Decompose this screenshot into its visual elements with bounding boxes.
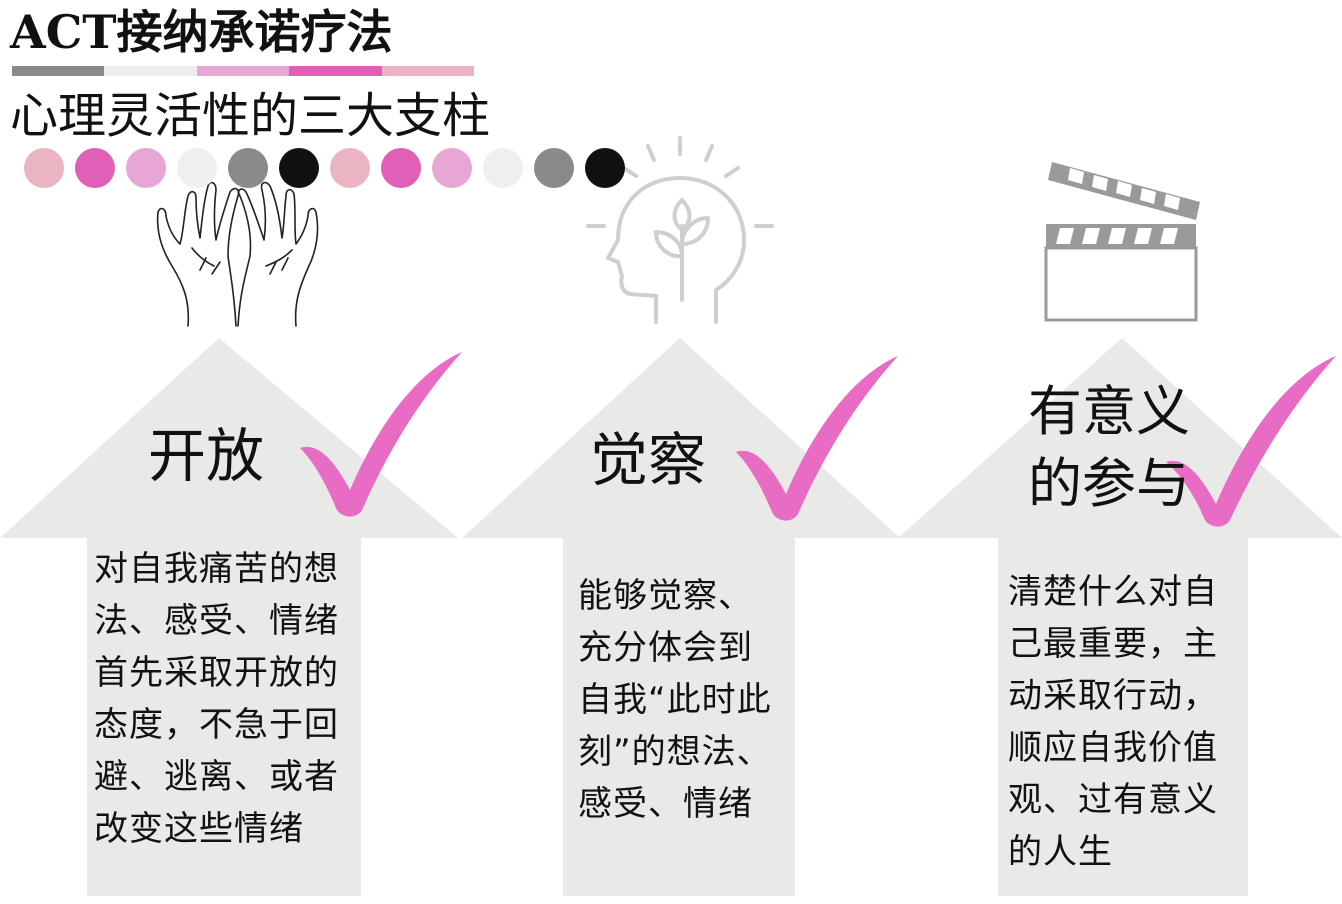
title-latin: ACT (10, 5, 117, 59)
pillar-desc-engage: 清楚什么对自 己最重要，主 动采取行动， 顺应自我价值 观、过有意义 的人生 (1008, 566, 1218, 878)
desc-line: 态度，不急于回 (94, 705, 339, 745)
pillar-title-aware: 觉察 (590, 426, 707, 494)
desc-line: 首先采取开放的 (94, 653, 339, 693)
color-dot (228, 148, 268, 188)
color-dot-row (24, 148, 625, 188)
desc-line: 避、逃离、或者 (94, 757, 339, 797)
desc-line: 改变这些情绪 (94, 809, 304, 849)
color-dot (330, 148, 370, 188)
color-dot (381, 148, 421, 188)
page-subtitle: 心理灵活性的三大支柱 (10, 88, 491, 144)
color-dot (534, 148, 574, 188)
title-cn: 接纳承诺疗法 (116, 5, 393, 59)
color-dot (126, 148, 166, 188)
pillar-title-engage: 有意义 的参与 (1028, 376, 1190, 520)
title-color-bar-segment (196, 66, 290, 76)
title-color-bar-segment (104, 66, 197, 76)
clapperboard-icon (1044, 162, 1200, 322)
color-dot (279, 148, 319, 188)
pillar-desc-open: 对自我痛苦的想 法、感受、情绪 首先采取开放的 态度，不急于回 避、逃离、或者 … (94, 543, 339, 855)
desc-line: 刻”的想法、 (578, 732, 772, 772)
desc-line: 动采取行动， (1008, 676, 1218, 716)
title-color-bar-segment (381, 66, 475, 76)
color-dot (483, 148, 523, 188)
desc-line: 法、感受、情绪 (94, 601, 339, 641)
color-dot (177, 148, 217, 188)
pillar-title-open: 开放 (148, 422, 265, 490)
title-color-bars (12, 66, 475, 76)
color-dot (585, 148, 625, 188)
title-color-bar-segment (289, 66, 382, 76)
color-dot (75, 148, 115, 188)
open-hands-icon (156, 181, 319, 327)
color-dot (24, 148, 64, 188)
pillar-title-engage-line: 的参与 (1028, 452, 1190, 515)
title-color-bar-segment (12, 66, 105, 76)
desc-line: 观、过有意义 (1008, 780, 1218, 820)
pillar-desc-aware: 能够觉察、 充分体会到 自我“此时此 刻”的想法、 感受、情绪 (578, 570, 772, 830)
desc-line: 能够觉察、 (578, 576, 753, 616)
desc-line: 对自我痛苦的想 (94, 549, 339, 589)
desc-line: 充分体会到 (578, 628, 753, 668)
desc-line: 清楚什么对自 (1008, 572, 1218, 612)
desc-line: 感受、情绪 (578, 784, 753, 824)
pillar-title-engage-line: 有意义 (1028, 380, 1190, 443)
desc-line: 自我“此时此 (578, 680, 772, 720)
desc-line: 己最重要，主 (1008, 624, 1218, 664)
desc-line: 的人生 (1008, 832, 1113, 872)
page-title: ACT接纳承诺疗法 (10, 2, 393, 62)
desc-line: 顺应自我价值 (1008, 728, 1218, 768)
color-dot (432, 148, 472, 188)
